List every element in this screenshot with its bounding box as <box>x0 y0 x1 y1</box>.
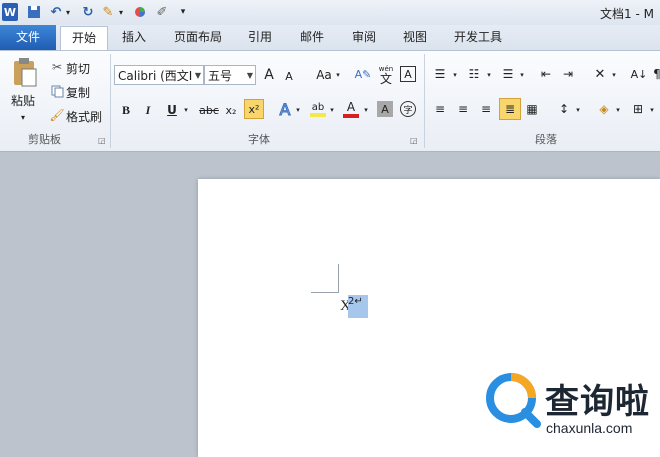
strikethrough-button[interactable]: abc <box>198 101 220 119</box>
distribute-icon[interactable]: ▦ <box>524 101 540 117</box>
phonetic-char: 文 <box>379 72 392 86</box>
clear-format-button[interactable]: A✎ <box>354 64 372 84</box>
customize-qat-icon[interactable]: ▾ <box>178 3 188 21</box>
char-border-button[interactable]: A <box>400 66 416 82</box>
justify-icon[interactable]: ≣ <box>499 98 521 120</box>
font-color-label: A <box>346 100 356 114</box>
margin-corner-mark <box>338 264 339 292</box>
enclose-char-button[interactable]: 字 <box>400 101 416 117</box>
change-case-dropdown-icon[interactable]: ▾ <box>334 70 342 80</box>
sort-icon[interactable]: A↓ <box>630 64 648 84</box>
chinese-layout-icon[interactable]: ✕ <box>590 66 610 82</box>
margin-corner-mark <box>311 292 339 293</box>
color-wheel-icon[interactable] <box>132 3 148 21</box>
highlight-dropdown-icon[interactable]: ▾ <box>328 105 336 115</box>
grow-font-button[interactable]: A <box>261 66 277 84</box>
subscript-button[interactable]: x₂ <box>222 101 240 119</box>
save-icon[interactable] <box>26 3 42 21</box>
font-size-value: 五号 <box>208 69 233 83</box>
font-color-dropdown-icon[interactable]: ▾ <box>362 105 370 115</box>
search-logo-icon <box>485 372 541 428</box>
chevron-down-icon: ▼ <box>194 71 201 80</box>
numbering-dropdown-icon[interactable]: ▾ <box>485 70 493 80</box>
tab-view[interactable]: 视图 <box>403 25 427 50</box>
tab-review[interactable]: 审阅 <box>352 25 376 50</box>
tab-references[interactable]: 引用 <box>248 25 272 50</box>
tab-home[interactable]: 开始 <box>60 26 108 51</box>
italic-button[interactable]: I <box>140 101 156 119</box>
underline-dropdown-icon[interactable]: ▾ <box>182 105 190 115</box>
bullets-dropdown-icon[interactable]: ▾ <box>451 70 459 80</box>
underline-button[interactable]: U <box>164 101 180 119</box>
bold-button[interactable]: B <box>118 101 134 119</box>
paste-icon[interactable] <box>10 56 38 88</box>
borders-dropdown-icon[interactable]: ▾ <box>648 105 656 115</box>
copy-button[interactable]: 复制 <box>66 84 94 100</box>
line-spacing-dropdown-icon[interactable]: ▾ <box>574 105 582 115</box>
paste-button[interactable]: 粘贴 <box>8 92 38 108</box>
font-name-value: Calibri (西文I <box>118 69 193 83</box>
decrease-indent-icon[interactable]: ⇤ <box>538 66 554 82</box>
paste-dropdown-icon[interactable]: ▾ <box>18 112 28 122</box>
align-left-icon[interactable]: ≡ <box>432 101 448 117</box>
chinese-layout-dropdown-icon[interactable]: ▾ <box>610 70 618 80</box>
multilevel-list-icon[interactable]: ☰ <box>500 66 516 82</box>
font-launcher-icon[interactable]: ◲ <box>410 136 418 145</box>
pen-icon[interactable]: ✐ <box>154 3 170 21</box>
undo-dropdown-icon[interactable]: ▾ <box>64 3 72 21</box>
line-spacing-icon[interactable]: ↕ <box>556 101 572 117</box>
highlight-label: ab <box>311 101 325 113</box>
paragraph-group-label: 段落 <box>535 133 557 146</box>
quick-access-toolbar: W ↶ ▾ ↻ ✎ ▾ ✐ ▾ 文档1 - M <box>0 0 660 25</box>
change-case-button[interactable]: Aa <box>313 66 335 84</box>
highlight-button[interactable]: ab <box>308 99 328 119</box>
undo-icon[interactable]: ↶ <box>48 3 64 21</box>
format-painter-button[interactable]: 格式刷 <box>66 108 106 124</box>
clipboard-group-label: 剪贴板 <box>28 133 61 146</box>
window-title: 文档1 - M <box>600 7 654 21</box>
separator <box>110 54 111 148</box>
superscript-button[interactable]: x² <box>244 99 264 119</box>
redo-icon[interactable]: ↻ <box>80 3 96 21</box>
tab-developer[interactable]: 开发工具 <box>454 25 502 50</box>
align-center-icon[interactable]: ≡ <box>455 101 471 117</box>
align-right-icon[interactable]: ≡ <box>478 101 494 117</box>
font-color-button[interactable]: A <box>342 99 360 119</box>
format-painter-icon[interactable]: 🖌 <box>49 108 64 122</box>
shading-icon[interactable]: ◈ <box>596 101 612 117</box>
borders-icon[interactable]: ⊞ <box>630 101 646 117</box>
highlight-color-bar <box>310 112 326 117</box>
show-marks-icon[interactable]: ¶ <box>652 66 660 82</box>
word-app-icon[interactable]: W <box>2 3 18 21</box>
bullets-icon[interactable]: ☰ <box>432 66 448 82</box>
chevron-down-icon: ▼ <box>246 71 253 80</box>
numbering-icon[interactable]: ☷ <box>466 66 482 82</box>
font-group-label: 字体 <box>248 133 270 146</box>
phonetic-guide-button[interactable]: wén 文 <box>377 62 395 86</box>
text-effect-dropdown-icon[interactable]: ▾ <box>294 105 302 115</box>
shading-dropdown-icon[interactable]: ▾ <box>614 105 622 115</box>
qat-dropdown-icon[interactable]: ▾ <box>117 3 125 21</box>
tab-file[interactable]: 文件 <box>0 25 56 50</box>
selected-superscript-text[interactable]: 2↵ <box>348 295 368 318</box>
separator <box>424 54 425 148</box>
cut-button[interactable]: 剪切 <box>66 60 94 76</box>
font-color-bar <box>343 114 359 118</box>
format-brush-icon[interactable]: ✎ <box>100 3 116 21</box>
shrink-font-button[interactable]: A <box>282 68 296 84</box>
watermark-name: 查询啦 <box>545 382 650 422</box>
char-shading-button[interactable]: A <box>377 101 393 117</box>
cut-icon[interactable]: ✂ <box>50 60 64 74</box>
font-size-select[interactable]: 五号 ▼ <box>204 65 256 85</box>
copy-icon[interactable] <box>50 84 64 98</box>
text-effect-button[interactable]: A <box>276 99 294 119</box>
clipboard-launcher-icon[interactable]: ◲ <box>98 136 106 145</box>
watermark-url: chaxunla.com <box>546 420 633 436</box>
tab-page-layout[interactable]: 页面布局 <box>174 25 222 50</box>
font-name-select[interactable]: Calibri (西文I ▼ <box>114 65 204 85</box>
multilevel-dropdown-icon[interactable]: ▾ <box>518 70 526 80</box>
tab-mailings[interactable]: 邮件 <box>300 25 324 50</box>
tab-insert[interactable]: 插入 <box>122 25 146 50</box>
increase-indent-icon[interactable]: ⇥ <box>560 66 576 82</box>
